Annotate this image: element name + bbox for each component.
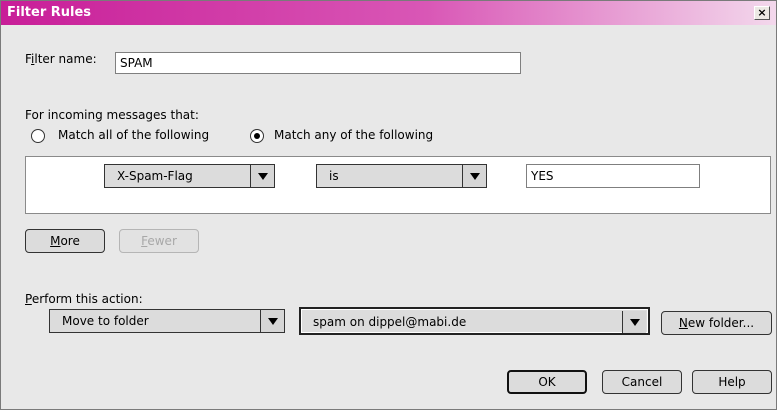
target-folder-value: spam on dippel@mabi.de: [313, 315, 467, 329]
target-folder-select[interactable]: spam on dippel@mabi.de: [299, 307, 650, 335]
rule-field-select[interactable]: X-Spam-Flag: [104, 164, 275, 188]
action-label: Perform this action:: [25, 292, 143, 306]
match-all-radio[interactable]: [31, 129, 45, 143]
help-button[interactable]: Help: [692, 370, 772, 394]
chevron-down-icon[interactable]: [250, 165, 274, 187]
rule-field-value: X-Spam-Flag: [117, 169, 193, 183]
fewer-button[interactable]: Fewer: [119, 229, 199, 253]
radio-selected-dot: [254, 133, 260, 139]
action-type-select[interactable]: Move to folder: [49, 309, 285, 333]
cancel-button[interactable]: Cancel: [602, 370, 682, 394]
match-heading: For incoming messages that:: [25, 108, 199, 122]
rule-operator-select[interactable]: is: [316, 164, 487, 188]
more-button[interactable]: More: [25, 229, 105, 253]
match-all-label[interactable]: Match all of the following: [58, 128, 209, 142]
action-type-value: Move to folder: [62, 314, 149, 328]
close-icon: ×: [757, 6, 767, 19]
match-any-radio[interactable]: [250, 129, 264, 143]
chevron-down-icon[interactable]: [462, 165, 486, 187]
dialog-title: Filter Rules: [7, 5, 92, 20]
filter-name-label: Filter name:: [25, 52, 97, 66]
filter-rules-dialog: Filter Rules × Filter name: SPAM For inc…: [0, 0, 777, 410]
chevron-down-icon[interactable]: [622, 311, 646, 333]
chevron-down-icon[interactable]: [260, 310, 284, 332]
match-any-label[interactable]: Match any of the following: [274, 128, 433, 142]
rule-value-input[interactable]: YES: [526, 164, 700, 188]
new-folder-button[interactable]: New folder...: [661, 311, 772, 335]
ok-button[interactable]: OK: [507, 370, 587, 394]
rule-operator-value: is: [329, 169, 339, 183]
filter-name-input[interactable]: SPAM: [115, 52, 521, 74]
close-button[interactable]: ×: [754, 6, 770, 20]
rule-list: X-Spam-Flag is YES: [25, 156, 771, 214]
title-bar: Filter Rules ×: [1, 1, 776, 25]
